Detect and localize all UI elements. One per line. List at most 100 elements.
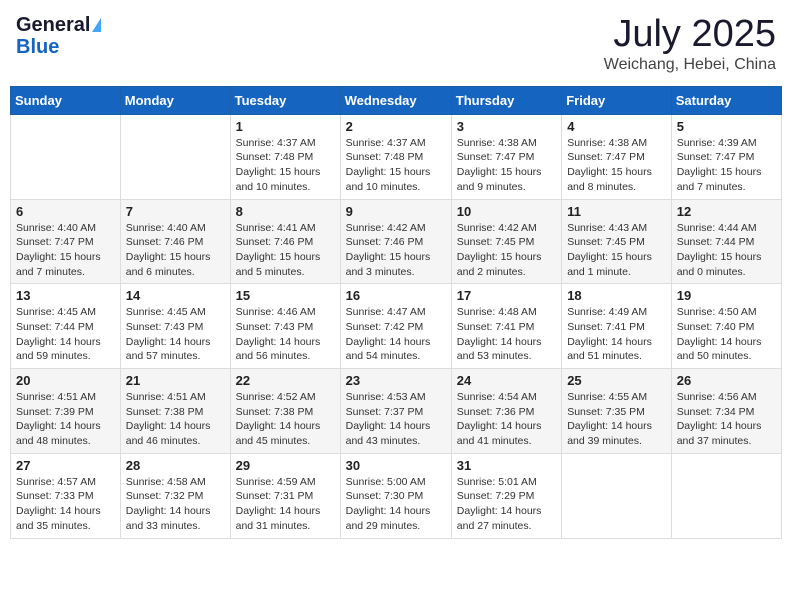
day-detail: Sunrise: 4:43 AM Sunset: 7:45 PM Dayligh… (567, 221, 666, 280)
day-of-week-header: Tuesday (230, 86, 340, 114)
day-detail: Sunrise: 4:59 AM Sunset: 7:31 PM Dayligh… (236, 475, 335, 534)
day-detail: Sunrise: 4:37 AM Sunset: 7:48 PM Dayligh… (346, 136, 446, 195)
day-detail: Sunrise: 4:42 AM Sunset: 7:45 PM Dayligh… (457, 221, 556, 280)
day-number: 25 (567, 373, 666, 388)
day-detail: Sunrise: 5:01 AM Sunset: 7:29 PM Dayligh… (457, 475, 556, 534)
day-detail: Sunrise: 4:55 AM Sunset: 7:35 PM Dayligh… (567, 390, 666, 449)
day-detail: Sunrise: 4:45 AM Sunset: 7:44 PM Dayligh… (16, 305, 115, 364)
day-of-week-header: Thursday (451, 86, 561, 114)
day-detail: Sunrise: 5:00 AM Sunset: 7:30 PM Dayligh… (346, 475, 446, 534)
calendar-day-cell: 18 Sunrise: 4:49 AM Sunset: 7:41 PM Dayli… (562, 284, 672, 369)
day-number: 16 (346, 288, 446, 303)
day-detail: Sunrise: 4:54 AM Sunset: 7:36 PM Dayligh… (457, 390, 556, 449)
calendar-week-row: 6 Sunrise: 4:40 AM Sunset: 7:47 PM Daylig… (11, 199, 782, 284)
day-number: 29 (236, 458, 335, 473)
calendar-week-row: 27 Sunrise: 4:57 AM Sunset: 7:33 PM Dayli… (11, 453, 782, 538)
day-detail: Sunrise: 4:39 AM Sunset: 7:47 PM Dayligh… (677, 136, 776, 195)
calendar-day-cell: 12 Sunrise: 4:44 AM Sunset: 7:44 PM Dayli… (671, 199, 781, 284)
day-number: 6 (16, 204, 115, 219)
calendar-day-cell: 14 Sunrise: 4:45 AM Sunset: 7:43 PM Dayli… (120, 284, 230, 369)
calendar-day-cell (671, 453, 781, 538)
calendar-day-cell: 4 Sunrise: 4:38 AM Sunset: 7:47 PM Daylig… (562, 114, 672, 199)
calendar-day-cell: 6 Sunrise: 4:40 AM Sunset: 7:47 PM Daylig… (11, 199, 121, 284)
day-of-week-header: Wednesday (340, 86, 451, 114)
day-number: 14 (126, 288, 225, 303)
calendar-day-cell: 3 Sunrise: 4:38 AM Sunset: 7:47 PM Daylig… (451, 114, 561, 199)
calendar-day-cell: 15Sunrise: 4:46 AM Sunset: 7:43 PM Dayli… (230, 284, 340, 369)
calendar-day-cell: 21Sunrise: 4:51 AM Sunset: 7:38 PM Dayli… (120, 369, 230, 454)
calendar-week-row: 20Sunrise: 4:51 AM Sunset: 7:39 PM Dayli… (11, 369, 782, 454)
calendar-day-cell: 1Sunrise: 4:37 AM Sunset: 7:48 PM Daylig… (230, 114, 340, 199)
calendar-day-cell: 7 Sunrise: 4:40 AM Sunset: 7:46 PM Daylig… (120, 199, 230, 284)
day-number: 11 (567, 204, 666, 219)
calendar-day-cell: 30 Sunrise: 5:00 AM Sunset: 7:30 PM Dayli… (340, 453, 451, 538)
day-number: 13 (16, 288, 115, 303)
calendar-day-cell: 10 Sunrise: 4:42 AM Sunset: 7:45 PM Dayli… (451, 199, 561, 284)
day-of-week-header: Monday (120, 86, 230, 114)
day-number: 10 (457, 204, 556, 219)
day-number: 7 (126, 204, 225, 219)
calendar-day-cell: 13 Sunrise: 4:45 AM Sunset: 7:44 PM Dayli… (11, 284, 121, 369)
calendar-day-cell: 19 Sunrise: 4:50 AM Sunset: 7:40 PM Dayli… (671, 284, 781, 369)
main-title: July 2025 (604, 14, 776, 56)
day-number: 1 (236, 119, 335, 134)
calendar-table: SundayMondayTuesdayWednesdayThursdayFrid… (10, 86, 782, 539)
day-detail: Sunrise: 4:50 AM Sunset: 7:40 PM Dayligh… (677, 305, 776, 364)
day-number: 20 (16, 373, 115, 388)
calendar-body: 1 Sunrise: 4:37 AM Sunset: 7:48 PM Daylig… (11, 114, 782, 538)
logo: General Blue (16, 14, 101, 58)
logo-arrow-icon (92, 18, 101, 32)
calendar-week-row: 13 Sunrise: 4:45 AM Sunset: 7:44 PM Dayli… (11, 284, 782, 369)
day-detail: Sunrise: 4:38 AM Sunset: 7:47 PM Dayligh… (457, 136, 556, 195)
calendar-week-row: 1 Sunrise: 4:37 AM Sunset: 7:48 PM Daylig… (11, 114, 782, 199)
calendar-day-cell: 23Sunrise: 4:53 AM Sunset: 7:37 PM Dayli… (340, 369, 451, 454)
day-number: 27 (16, 458, 115, 473)
logo-general-text: General (16, 14, 90, 36)
day-number: 22 (236, 373, 335, 388)
day-detail: Sunrise: 4:38 AM Sunset: 7:47 PM Dayligh… (567, 136, 666, 195)
day-detail: Sunrise: 4:42 AM Sunset: 7:46 PM Dayligh… (346, 221, 446, 280)
day-detail: Sunrise: 4:57 AM Sunset: 7:33 PM Dayligh… (16, 475, 115, 534)
day-number: 9 (346, 204, 446, 219)
calendar-day-cell: 31 Sunrise: 5:01 AM Sunset: 7:29 PM Dayli… (451, 453, 561, 538)
day-number: 12 (677, 204, 776, 219)
calendar-day-cell: 25 Sunrise: 4:55 AM Sunset: 7:35 PM Dayli… (562, 369, 672, 454)
calendar-day-cell: 20Sunrise: 4:51 AM Sunset: 7:39 PM Dayli… (11, 369, 121, 454)
calendar-day-cell: 2Sunrise: 4:37 AM Sunset: 7:48 PM Daylig… (340, 114, 451, 199)
day-number: 19 (677, 288, 776, 303)
day-detail: Sunrise: 4:53 AM Sunset: 7:37 PM Dayligh… (346, 390, 446, 449)
day-number: 28 (126, 458, 225, 473)
calendar-day-cell: 26Sunrise: 4:56 AM Sunset: 7:34 PM Dayli… (671, 369, 781, 454)
subtitle: Weichang, Hebei, China (604, 56, 776, 74)
calendar-day-cell: 17Sunrise: 4:48 AM Sunset: 7:41 PM Dayli… (451, 284, 561, 369)
calendar-day-cell (120, 114, 230, 199)
calendar-day-cell: 5Sunrise: 4:39 AM Sunset: 7:47 PM Daylig… (671, 114, 781, 199)
day-number: 8 (236, 204, 335, 219)
calendar-day-cell (11, 114, 121, 199)
day-detail: Sunrise: 4:44 AM Sunset: 7:44 PM Dayligh… (677, 221, 776, 280)
day-detail: Sunrise: 4:40 AM Sunset: 7:46 PM Dayligh… (126, 221, 225, 280)
calendar-day-cell: 22Sunrise: 4:52 AM Sunset: 7:38 PM Dayli… (230, 369, 340, 454)
calendar-day-cell: 28 Sunrise: 4:58 AM Sunset: 7:32 PM Dayli… (120, 453, 230, 538)
day-detail: Sunrise: 4:49 AM Sunset: 7:41 PM Dayligh… (567, 305, 666, 364)
day-number: 30 (346, 458, 446, 473)
day-of-week-header: Sunday (11, 86, 121, 114)
day-detail: Sunrise: 4:45 AM Sunset: 7:43 PM Dayligh… (126, 305, 225, 364)
day-of-week-header: Saturday (671, 86, 781, 114)
day-detail: Sunrise: 4:58 AM Sunset: 7:32 PM Dayligh… (126, 475, 225, 534)
page-header: General Blue July 2025 Weichang, Hebei, … (10, 10, 782, 78)
day-detail: Sunrise: 4:41 AM Sunset: 7:46 PM Dayligh… (236, 221, 335, 280)
title-block: July 2025 Weichang, Hebei, China (604, 14, 776, 74)
day-number: 18 (567, 288, 666, 303)
calendar-day-cell: 27 Sunrise: 4:57 AM Sunset: 7:33 PM Dayli… (11, 453, 121, 538)
day-number: 31 (457, 458, 556, 473)
calendar-day-cell: 8 Sunrise: 4:41 AM Sunset: 7:46 PM Daylig… (230, 199, 340, 284)
calendar-day-cell: 9 Sunrise: 4:42 AM Sunset: 7:46 PM Daylig… (340, 199, 451, 284)
calendar-day-cell: 24Sunrise: 4:54 AM Sunset: 7:36 PM Dayli… (451, 369, 561, 454)
day-number: 21 (126, 373, 225, 388)
day-number: 4 (567, 119, 666, 134)
day-detail: Sunrise: 4:56 AM Sunset: 7:34 PM Dayligh… (677, 390, 776, 449)
day-of-week-row: SundayMondayTuesdayWednesdayThursdayFrid… (11, 86, 782, 114)
day-number: 3 (457, 119, 556, 134)
day-detail: Sunrise: 4:40 AM Sunset: 7:47 PM Dayligh… (16, 221, 115, 280)
